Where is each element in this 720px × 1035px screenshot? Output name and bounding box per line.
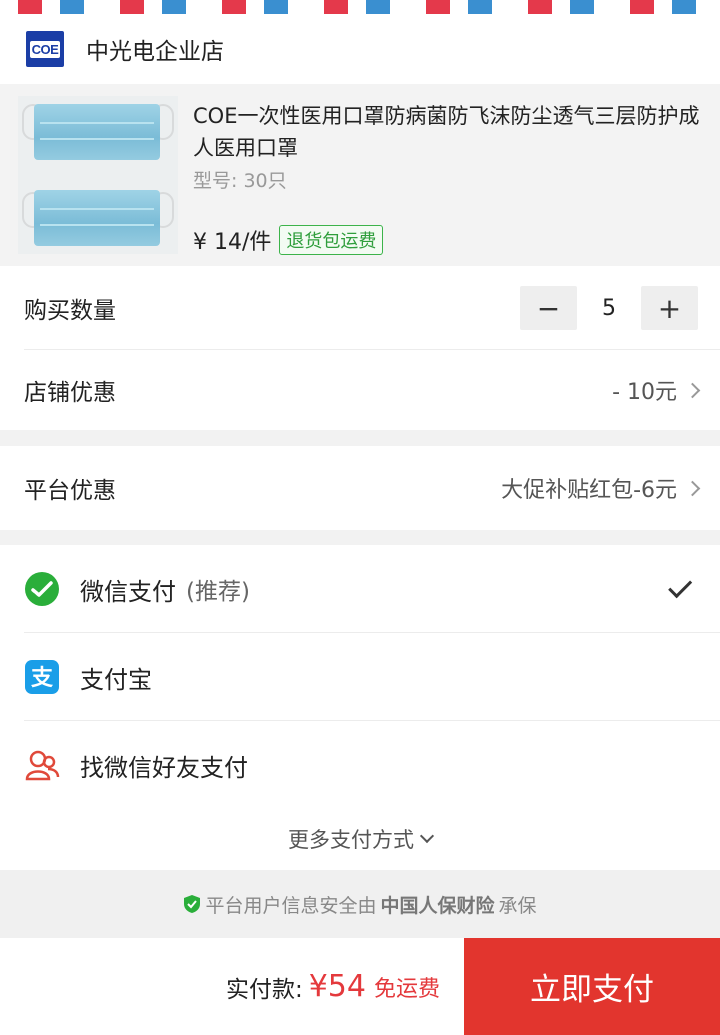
decrease-button[interactable]: −	[520, 286, 577, 330]
payment-option-alipay[interactable]: 支 支付宝	[0, 633, 720, 721]
more-payment-methods-button[interactable]: 更多支付方式	[0, 808, 720, 870]
product-spec: 型号: 30只	[193, 170, 287, 192]
free-shipping-label: 免运费	[373, 976, 440, 1002]
quantity-stepper[interactable]: − 5 +	[520, 286, 698, 330]
payment-label: 找微信好友支付	[80, 753, 248, 782]
payment-label: 支付宝	[80, 665, 152, 694]
platform-discount-value: 大促补贴红包-6元	[501, 478, 677, 503]
svg-text:支: 支	[31, 666, 54, 691]
product-title: COE一次性医用口罩防病菌防飞沫防尘透气三层防护成人医用口罩	[193, 104, 700, 160]
product-image	[18, 96, 178, 254]
checkout-footer: 实付款: ¥54 免运费 立即支付	[0, 938, 720, 1035]
quantity-value[interactable]: 5	[577, 296, 641, 321]
wechat-pay-icon	[24, 571, 60, 607]
chevron-right-icon	[684, 382, 701, 398]
product-card[interactable]: COE一次性医用口罩防病菌防飞沫防尘透气三层防护成人医用口罩 型号: 30只 ¥…	[0, 84, 720, 266]
shop-header[interactable]: COE 中光电企业店	[0, 14, 720, 84]
shield-icon	[184, 895, 201, 913]
security-prefix: 平台用户信息安全由	[205, 894, 377, 917]
security-notice: 平台用户信息安全由 中国人保财险 承保	[0, 870, 720, 938]
return-shipping-badge: 退货包运费	[279, 225, 384, 255]
pay-now-button[interactable]: 立即支付	[464, 938, 720, 1035]
alipay-icon: 支	[24, 659, 60, 695]
quantity-label: 购买数量	[24, 298, 116, 324]
airmail-border	[0, 0, 720, 14]
quantity-row: 购买数量 − 5 +	[0, 266, 720, 350]
total-amount: ¥54	[308, 969, 366, 1004]
increase-button[interactable]: +	[641, 286, 698, 330]
store-discount-value: - 10元	[612, 380, 677, 405]
payment-option-friend[interactable]: 找微信好友支付	[0, 721, 720, 809]
store-discount-label: 店铺优惠	[24, 380, 116, 406]
more-payment-label: 更多支付方式	[288, 828, 414, 852]
total-label: 实付款:	[225, 976, 303, 1003]
payment-option-wechat[interactable]: 微信支付 (推荐)	[0, 545, 720, 633]
recommend-hint: (推荐)	[186, 579, 250, 605]
insurer-name: 中国人保财险	[380, 894, 495, 917]
chevron-down-icon	[419, 828, 435, 844]
shop-name: 中光电企业店	[86, 39, 224, 65]
payment-label: 微信支付	[80, 577, 176, 606]
total-summary: 实付款: ¥54 免运费	[0, 969, 464, 1004]
store-discount-row[interactable]: 店铺优惠 - 10元	[0, 350, 720, 430]
chevron-right-icon	[684, 480, 701, 496]
shop-logo: COE	[26, 31, 64, 67]
checkmark-icon	[668, 574, 693, 599]
platform-discount-row[interactable]: 平台优惠 大促补贴红包-6元	[0, 446, 720, 530]
product-price: ¥ 14/件	[193, 230, 272, 255]
friends-icon	[24, 747, 60, 783]
platform-discount-label: 平台优惠	[24, 478, 116, 504]
security-suffix: 承保	[498, 894, 537, 917]
